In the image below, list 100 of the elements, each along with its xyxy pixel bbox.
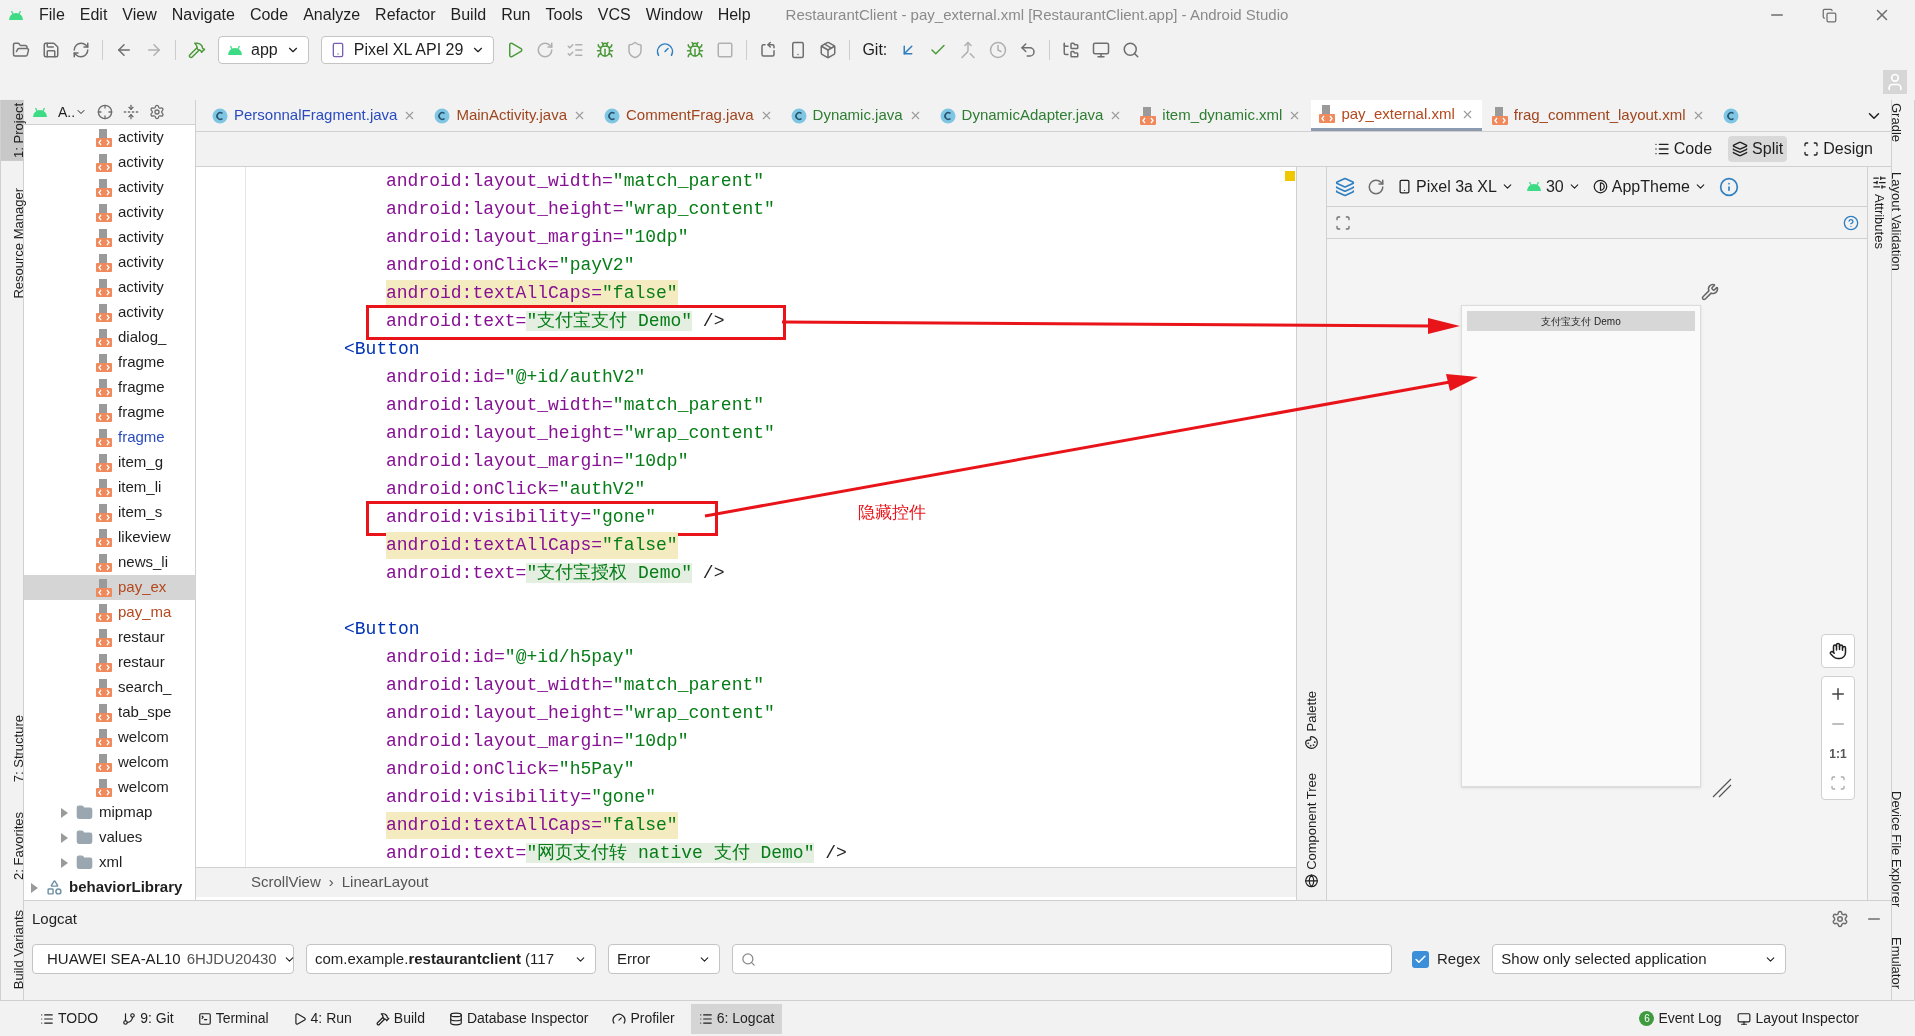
tree-item[interactable]: tab_spe <box>24 700 195 725</box>
collapsed-arrow-icon[interactable] <box>58 831 70 844</box>
tool-window-tab[interactable]: 7: Structure <box>1 711 23 785</box>
menu-item[interactable]: Tools <box>545 3 583 27</box>
collapse-icon[interactable] <box>123 104 140 120</box>
list-icon[interactable] <box>566 41 585 59</box>
view-mode-button[interactable]: Split <box>1728 136 1788 162</box>
tree-item[interactable]: fragme <box>24 400 195 425</box>
menu-item[interactable]: File <box>39 3 65 27</box>
tool-window-button[interactable]: 9: Git <box>114 1003 182 1034</box>
monitor-icon[interactable] <box>1092 41 1111 59</box>
editor-tab[interactable]: Dynamic.java <box>782 100 930 131</box>
attach-debugger-icon[interactable] <box>686 41 705 59</box>
sdk-manager-icon[interactable] <box>819 41 838 59</box>
tree-item[interactable]: likeview <box>24 525 195 550</box>
attributes-icon[interactable] <box>1872 175 1887 190</box>
settings-icon[interactable] <box>149 104 166 120</box>
breadcrumb-item[interactable]: LinearLayout <box>341 871 429 894</box>
editor-tab[interactable]: item_dynamic.xml <box>1132 100 1310 131</box>
open-folder-icon[interactable] <box>12 41 30 59</box>
stop-icon[interactable] <box>716 41 735 59</box>
hammer-icon[interactable] <box>188 41 206 59</box>
menu-item[interactable]: Run <box>501 3 531 27</box>
tree-item[interactable]: search_ <box>24 675 195 700</box>
tree-item[interactable]: pay_ex <box>24 575 195 600</box>
project-structure-icon[interactable] <box>1062 41 1081 59</box>
wrench-icon[interactable] <box>1701 283 1719 301</box>
tool-window-tab[interactable]: Emulator <box>1892 933 1914 992</box>
filter-dropdown[interactable]: Show only selected application <box>1492 944 1787 974</box>
save-icon[interactable] <box>42 41 60 59</box>
tree-item[interactable]: activity <box>24 275 195 300</box>
forward-icon[interactable] <box>145 41 163 59</box>
zoom-in-icon[interactable] <box>1829 685 1847 703</box>
tool-window-button[interactable]: Database Inspector <box>440 1003 597 1034</box>
sync-icon[interactable] <box>72 41 90 59</box>
tool-window-button[interactable]: 6 Event Log <box>1639 1008 1722 1029</box>
design-side-tab[interactable]: Palette <box>1301 690 1322 750</box>
tree-item[interactable]: activity <box>24 300 195 325</box>
info-icon[interactable] <box>1719 176 1739 197</box>
menu-item[interactable]: Code <box>249 3 289 27</box>
menu-item[interactable]: Help <box>717 3 751 27</box>
collapsed-arrow-icon[interactable] <box>58 806 70 819</box>
breadcrumb-item[interactable]: ScrollView <box>251 871 321 894</box>
layers-icon[interactable] <box>1335 176 1355 197</box>
api-level-dropdown[interactable]: 30 <box>1525 174 1581 199</box>
tree-item[interactable]: behaviorLibrary <box>24 875 195 900</box>
help-icon[interactable] <box>1843 214 1859 231</box>
menu-item[interactable]: Refactor <box>375 3 436 27</box>
run-config-dropdown[interactable]: app <box>218 36 309 64</box>
rollback-icon[interactable] <box>1019 41 1038 59</box>
tree-item[interactable]: activity <box>24 250 195 275</box>
sync-gradle-icon[interactable] <box>759 41 778 59</box>
menu-item[interactable]: Window <box>645 3 703 27</box>
settings-icon[interactable] <box>1831 910 1849 928</box>
tool-window-button[interactable]: 4: Run <box>284 1003 360 1034</box>
back-icon[interactable] <box>115 41 133 59</box>
tree-item[interactable]: fragme <box>24 350 195 375</box>
tree-item[interactable]: values <box>24 825 195 850</box>
tool-window-button[interactable]: Terminal <box>189 1003 277 1034</box>
run-icon[interactable] <box>506 41 525 59</box>
menu-item[interactable]: Build <box>450 3 487 27</box>
log-level-dropdown[interactable]: Error <box>608 944 720 974</box>
tree-item[interactable]: item_g <box>24 450 195 475</box>
menu-item[interactable]: VCS <box>597 3 631 27</box>
attributes-tab[interactable]: Attributes <box>1869 194 1890 249</box>
pan-button[interactable] <box>1821 634 1855 668</box>
collapsed-arrow-icon[interactable] <box>58 856 70 869</box>
device-dropdown[interactable]: Pixel 3a XL <box>1397 174 1514 199</box>
tree-item[interactable]: activity <box>24 225 195 250</box>
tree-item[interactable]: fragme <box>24 425 195 450</box>
restore-icon[interactable] <box>1822 7 1837 23</box>
fit-screen-icon[interactable] <box>1830 775 1846 791</box>
view-mode-button[interactable]: Design <box>1799 136 1877 162</box>
editor-tab[interactable]: DynamicAdapter.java <box>931 100 1131 131</box>
search-field[interactable] <box>732 944 1392 974</box>
tree-item[interactable]: activity <box>24 125 195 150</box>
orientation-icon[interactable] <box>1367 177 1385 196</box>
shield-icon[interactable] <box>626 41 645 59</box>
merge-icon[interactable] <box>959 41 978 59</box>
device-dropdown[interactable]: Pixel XL API 29 <box>320 36 495 64</box>
tree-item[interactable]: item_li <box>24 475 195 500</box>
menu-item[interactable]: View <box>122 3 157 27</box>
apply-changes-icon[interactable] <box>536 41 555 59</box>
tree-item[interactable]: pay_ma <box>24 600 195 625</box>
tree-item[interactable]: welcom <box>24 750 195 775</box>
regex-checkbox[interactable]: Regex <box>1412 947 1481 971</box>
menu-item[interactable]: Edit <box>79 3 108 27</box>
tree-item[interactable]: activity <box>24 150 195 175</box>
tree-item[interactable]: fragme <box>24 375 195 400</box>
tree-item[interactable]: news_li <box>24 550 195 575</box>
device-dropdown[interactable]: HUAWEI SEA-AL10 6HJDU20430 <box>32 944 294 974</box>
tool-window-tab[interactable]: Build Variants <box>1 906 23 992</box>
tool-window-button[interactable]: Build <box>367 1003 433 1034</box>
tool-window-button[interactable]: 6: Logcat <box>690 1003 783 1034</box>
tree-item[interactable]: item_s <box>24 500 195 525</box>
tree-item[interactable]: welcom <box>24 725 195 750</box>
view-mode-button[interactable]: Code <box>1649 136 1717 162</box>
tool-window-tab[interactable]: Gradle <box>1892 100 1914 146</box>
tree-item[interactable]: activity <box>24 175 195 200</box>
locate-icon[interactable] <box>97 104 114 120</box>
